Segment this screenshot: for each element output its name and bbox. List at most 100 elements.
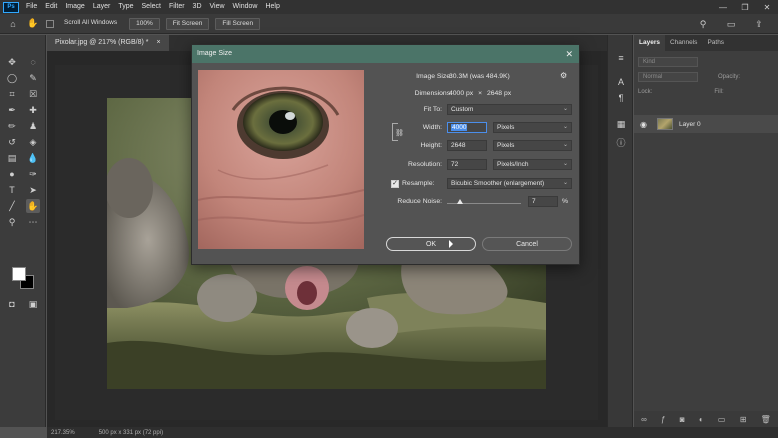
shape-tool-icon[interactable]: ╱ [5, 199, 19, 213]
scroll-all-checkbox[interactable] [46, 19, 54, 28]
menu-file[interactable]: File [22, 0, 41, 14]
path-select-tool-icon[interactable]: ➤ [26, 183, 40, 197]
menu-filter[interactable]: Filter [165, 0, 189, 14]
character-icon[interactable]: A [614, 75, 628, 89]
options-right-icons: ⚲ ▭ ⇪ [696, 17, 772, 31]
adjustment-layer-icon[interactable]: ◐ [699, 415, 704, 424]
blend-mode-select[interactable]: Normal [638, 71, 698, 82]
menu-type[interactable]: Type [114, 0, 137, 14]
resample-select[interactable]: Bicubic Smoother (enlargement) ⌄ [447, 178, 572, 189]
ok-button[interactable]: OK [386, 237, 476, 251]
menu-layer[interactable]: Layer [89, 0, 115, 14]
resolution-input[interactable]: 72 [447, 159, 487, 170]
width-input[interactable]: 4000 [447, 122, 487, 133]
resolution-unit-select[interactable]: Pixels/Inch ⌄ [493, 159, 572, 170]
share-icon[interactable]: ⇪ [752, 17, 766, 31]
screen-mode-icon[interactable]: ▣ [26, 297, 40, 311]
adjustments-icon[interactable]: ≡ [614, 51, 628, 65]
fit-to-value: Custom [451, 106, 474, 113]
gradient-tool-icon[interactable]: ▤ [5, 151, 19, 165]
delete-layer-icon[interactable]: 🗑 [761, 415, 771, 424]
resample-label: Resample: [402, 180, 435, 187]
reduce-noise-label: Reduce Noise: [397, 198, 442, 205]
chevron-down-icon: ⌄ [562, 124, 568, 130]
lasso-tool-icon[interactable]: ◯ [5, 71, 19, 85]
workspace-icon[interactable]: ▭ [724, 17, 738, 31]
resample-checkbox[interactable]: ✓ [391, 180, 399, 188]
marquee-tool-icon[interactable]: ◌ [26, 55, 40, 69]
reduce-noise-slider-thumb[interactable] [457, 199, 463, 204]
menu-view[interactable]: View [206, 0, 229, 14]
window-controls: — ❐ ✕ [712, 0, 778, 14]
document-tab-close-icon[interactable]: × [156, 35, 160, 51]
libraries-icon[interactable]: ▦ [614, 117, 628, 131]
hand-tool-icon[interactable]: ✋ [26, 199, 40, 213]
dialog-close-icon[interactable]: ✕ [565, 45, 573, 63]
new-group-icon[interactable]: ▭ [718, 415, 726, 424]
home-icon[interactable]: ⌂ [6, 17, 20, 31]
crop-tool-icon[interactable]: ⌗ [5, 87, 19, 101]
menu-select[interactable]: Select [138, 0, 165, 14]
layer-style-icon[interactable]: ƒ [661, 415, 665, 424]
healing-tool-icon[interactable]: ✚ [26, 103, 40, 117]
frame-tool-icon[interactable]: ☒ [26, 87, 40, 101]
cancel-button[interactable]: Cancel [482, 237, 572, 251]
menu-3d[interactable]: 3D [189, 0, 206, 14]
zoom-tool-icon[interactable]: ⚲ [5, 215, 19, 229]
menu-window[interactable]: Window [229, 0, 262, 14]
eraser-tool-icon[interactable]: ◈ [26, 135, 40, 149]
move-tool-icon[interactable]: ✥ [5, 55, 19, 69]
height-unit-select[interactable]: Pixels ⌄ [493, 140, 572, 151]
menu-image[interactable]: Image [61, 0, 88, 14]
document-tab[interactable]: Pixolar.jpg @ 217% (RGB/8) * × [47, 35, 169, 51]
type-tool-icon[interactable]: T [5, 183, 19, 197]
document-tab-title: Pixolar.jpg @ 217% (RGB/8) * [55, 39, 149, 46]
zoom-readout[interactable]: 217.35% [51, 430, 75, 436]
link-layers-icon[interactable]: ∞ [641, 415, 647, 424]
image-size-dialog: Image Size ✕ Image Size: 30.3M (was 484.… [191, 44, 580, 265]
photoshop-logo: Ps [3, 1, 19, 13]
eyedropper-tool-icon[interactable]: ✒ [5, 103, 19, 117]
scroll-all-windows-label[interactable]: Scroll All Windows [58, 18, 123, 30]
close-button[interactable]: ✕ [756, 0, 778, 14]
width-unit-select[interactable]: Pixels ⌄ [493, 122, 572, 133]
brush-tool-icon[interactable]: ✏ [5, 119, 19, 133]
fit-screen-button[interactable]: Fit Screen [165, 17, 210, 30]
zoom-100-button[interactable]: 100% [129, 17, 160, 30]
fill-screen-button[interactable]: Fill Screen [215, 17, 261, 30]
layer-row[interactable]: ◉ Layer 0 [634, 115, 778, 133]
search-icon[interactable]: ⚲ [696, 17, 710, 31]
fit-to-select[interactable]: Custom ⌄ [447, 104, 572, 115]
info-icon[interactable]: ⓘ [614, 135, 628, 149]
more-tools-icon[interactable]: ⋯ [26, 215, 40, 229]
chevron-down-icon: ⌄ [562, 106, 568, 112]
history-brush-tool-icon[interactable]: ↺ [5, 135, 19, 149]
quick-mask-icon[interactable]: ◘ [5, 297, 19, 311]
minimize-button[interactable]: — [712, 0, 734, 14]
image-preview[interactable] [198, 70, 364, 249]
quick-select-tool-icon[interactable]: ✎ [26, 71, 40, 85]
tab-paths[interactable]: Paths [702, 35, 729, 51]
maximize-button[interactable]: ❐ [734, 0, 756, 14]
paragraph-icon[interactable]: ¶ [614, 91, 628, 105]
menu-help[interactable]: Help [261, 0, 283, 14]
visibility-eye-icon[interactable]: ◉ [640, 120, 647, 129]
kind-filter-select[interactable]: Kind [638, 56, 698, 67]
opacity-label: Opacity: [718, 73, 741, 80]
gear-icon[interactable]: ⚙ [560, 71, 567, 80]
blur-tool-icon[interactable]: 💧 [26, 151, 40, 165]
menu-edit[interactable]: Edit [41, 0, 61, 14]
hand-tool-icon[interactable]: ✋ [26, 17, 40, 31]
reduce-noise-input[interactable]: 7 [528, 196, 558, 207]
tab-channels[interactable]: Channels [665, 35, 702, 51]
height-input[interactable]: 2648 [447, 140, 487, 151]
add-mask-icon[interactable]: ◙ [680, 415, 685, 424]
dialog-title-bar: Image Size ✕ [192, 45, 579, 63]
stamp-tool-icon[interactable]: ♟ [26, 119, 40, 133]
foreground-color-swatch[interactable] [12, 267, 26, 281]
dodge-tool-icon[interactable]: ● [5, 167, 19, 181]
tab-layers[interactable]: Layers [634, 35, 665, 51]
new-layer-icon[interactable]: ⊞ [740, 415, 747, 424]
pen-tool-icon[interactable]: ✑ [26, 167, 40, 181]
image-size-label: Image Size: [416, 73, 452, 80]
